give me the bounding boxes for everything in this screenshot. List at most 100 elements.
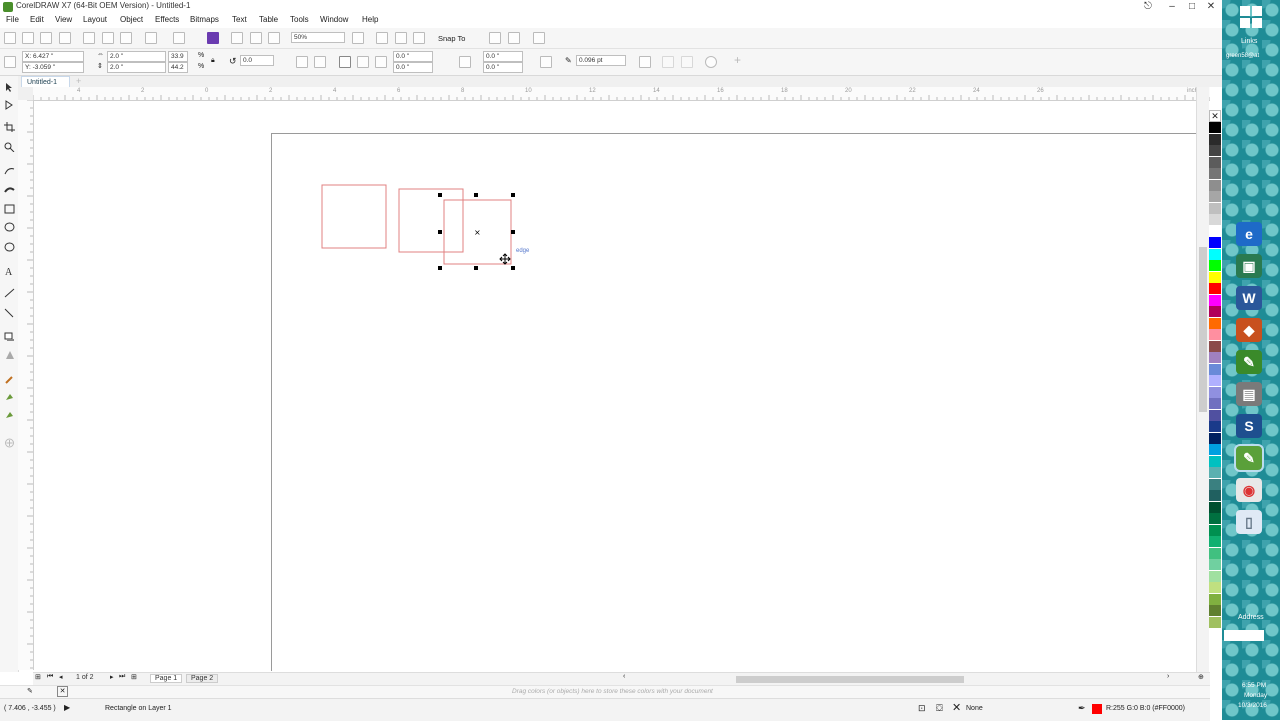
shape-tool-icon[interactable] [4, 100, 15, 110]
color-swatch[interactable] [1209, 260, 1221, 271]
add-tool-icon[interactable] [4, 438, 15, 448]
menu-text[interactable]: Text [232, 15, 247, 24]
scroll-left-icon[interactable]: ‹ [623, 673, 625, 680]
color-eyedropper-icon[interactable] [4, 374, 15, 384]
zoom-level-select[interactable]: 50% [291, 32, 345, 43]
import-icon[interactable] [231, 32, 243, 44]
color-swatch[interactable] [1209, 432, 1221, 444]
minimize-button[interactable]: – [1162, 0, 1182, 14]
palette-none-swatch[interactable]: ✕ [57, 686, 68, 697]
chrome-icon[interactable]: ◉ [1236, 478, 1262, 502]
undo-icon[interactable] [145, 32, 157, 44]
show-rulers-icon[interactable] [376, 32, 388, 44]
add-icon[interactable]: + [734, 53, 741, 67]
color-swatch[interactable] [1209, 467, 1221, 478]
lock-ratio-icon[interactable]: 🔒︎ [211, 57, 215, 65]
menu-help[interactable]: Help [362, 15, 378, 24]
app-icon[interactable]: ◆ [1236, 318, 1262, 342]
corner-radius-top-left[interactable]: 0.0 " [393, 51, 433, 62]
coreldraw-active-icon[interactable]: ✎ [1234, 444, 1264, 472]
color-swatch[interactable] [1209, 559, 1221, 570]
color-proof-icon[interactable]: ⊡ [918, 703, 926, 714]
cut-icon[interactable] [83, 32, 95, 44]
snap-to-dropdown[interactable]: Snap To [438, 34, 465, 43]
open-icon[interactable] [22, 32, 34, 44]
file-icon[interactable]: ▯ [1236, 510, 1262, 534]
menu-bitmaps[interactable]: Bitmaps [190, 15, 219, 24]
menu-object[interactable]: Object [120, 15, 143, 24]
publish-pdf-icon[interactable] [268, 32, 280, 44]
object-origin-icon[interactable] [4, 56, 16, 68]
corner-lock-icon[interactable] [459, 56, 471, 68]
copy-icon[interactable] [102, 32, 114, 44]
color-swatch[interactable] [1209, 455, 1221, 467]
relative-corner-scaling-icon[interactable] [540, 56, 552, 68]
y-position-field[interactable]: Y: -3.059 " [22, 62, 84, 73]
show-guidelines-icon[interactable] [413, 32, 425, 44]
drawing-canvas[interactable]: × edge [34, 101, 1196, 671]
app-icon[interactable]: ▣ [1236, 254, 1262, 278]
color-swatch[interactable] [1209, 248, 1221, 260]
paste-icon[interactable] [120, 32, 132, 44]
vertical-ruler[interactable] [18, 100, 34, 670]
color-swatch[interactable] [1209, 133, 1221, 145]
prev-page-icon[interactable]: ◂ [59, 673, 63, 681]
ellipse-tool-icon[interactable] [4, 222, 15, 232]
first-page-icon[interactable]: ⏮ [47, 673, 53, 681]
menu-effects[interactable]: Effects [155, 15, 179, 24]
convert-to-curves-icon[interactable] [705, 56, 717, 68]
pick-tool-icon[interactable] [4, 82, 15, 92]
scale-height-field[interactable]: 44.2 [168, 62, 188, 73]
chamfered-corner-icon[interactable] [375, 56, 387, 68]
vertical-scroll-thumb[interactable] [1199, 247, 1207, 412]
horizontal-scroll-thumb[interactable] [736, 676, 964, 683]
color-swatch[interactable] [1209, 122, 1221, 133]
welcome-screen-icon[interactable] [533, 32, 545, 44]
polygon-tool-icon[interactable] [4, 242, 15, 252]
corner-radius-top-right[interactable]: 0.0 " [483, 51, 523, 62]
options-icon[interactable] [489, 32, 501, 44]
color-swatch[interactable] [1209, 605, 1221, 616]
drop-shadow-icon[interactable] [4, 332, 15, 342]
search-content-icon[interactable] [207, 32, 219, 44]
color-swatch[interactable] [1209, 386, 1221, 398]
corner-radius-bottom-left[interactable]: 0.0 " [393, 62, 433, 73]
width-field[interactable]: 2.0 " [107, 51, 166, 62]
color-swatch[interactable] [1209, 306, 1221, 317]
color-swatch[interactable] [1209, 283, 1221, 294]
mirror-vertical-icon[interactable] [314, 56, 326, 68]
application-launcher-icon[interactable] [508, 32, 520, 44]
menu-tools[interactable]: Tools [290, 15, 309, 24]
maximize-button[interactable]: □ [1182, 0, 1202, 14]
to-front-icon[interactable] [662, 56, 674, 68]
outline-width-select[interactable]: 0.096 pt [576, 55, 626, 66]
last-page-icon[interactable]: ⏭ [119, 673, 125, 681]
internet-explorer-icon[interactable]: e [1236, 222, 1262, 246]
color-swatch[interactable] [1209, 444, 1221, 455]
color-swatch[interactable] [1209, 191, 1221, 202]
address-input[interactable] [1224, 630, 1264, 641]
scalloped-corner-icon[interactable] [357, 56, 369, 68]
color-swatch[interactable] [1209, 202, 1221, 214]
menu-file[interactable]: File [6, 15, 19, 24]
color-swatch[interactable] [1209, 145, 1221, 156]
app-icon[interactable]: ▤ [1236, 382, 1262, 406]
color-swatch[interactable] [1209, 329, 1221, 340]
menu-edit[interactable]: Edit [30, 15, 44, 24]
full-screen-preview-icon[interactable] [352, 32, 364, 44]
rotation-field[interactable]: 0.0 [240, 55, 274, 66]
scroll-right-icon[interactable]: › [1167, 673, 1169, 680]
save-icon[interactable] [40, 32, 52, 44]
color-swatch[interactable] [1209, 237, 1221, 248]
page-tab-2[interactable]: Page 2 [186, 674, 219, 683]
ruler-origin[interactable] [18, 87, 34, 101]
add-page-after-icon[interactable]: ⊞ [131, 673, 137, 681]
menu-table[interactable]: Table [259, 15, 278, 24]
color-swatch[interactable] [1209, 352, 1221, 363]
zoom-tool-icon[interactable] [4, 142, 15, 153]
color-swatch[interactable] [1209, 570, 1221, 582]
redo-icon[interactable] [173, 32, 185, 44]
wrap-text-icon[interactable] [639, 56, 651, 68]
status-play-icon[interactable]: ▶ [64, 703, 70, 712]
color-swatch[interactable] [1209, 168, 1221, 179]
